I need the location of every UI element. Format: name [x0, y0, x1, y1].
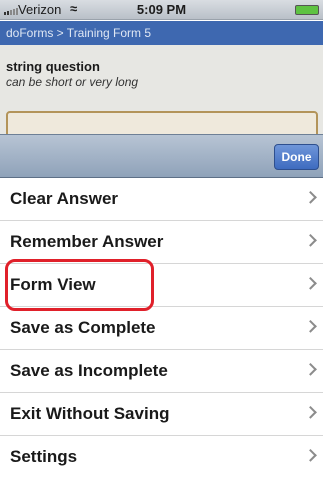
menu-item-label: Form View: [10, 275, 96, 294]
menu-item-form-view[interactable]: Form View: [0, 264, 323, 307]
done-button[interactable]: Done: [274, 144, 319, 170]
chevron-right-icon: [304, 405, 317, 419]
battery-icon: [295, 5, 319, 15]
question-area: string question can be short or very lon…: [0, 45, 323, 151]
menu-item-save-as-incomplete[interactable]: Save as Incomplete: [0, 350, 323, 393]
chevron-right-icon: [304, 190, 317, 204]
menu-item-save-as-complete[interactable]: Save as Complete: [0, 307, 323, 350]
options-menu: Clear Answer Remember Answer Form View S…: [0, 178, 323, 483]
chevron-right-icon: [304, 362, 317, 376]
menu-item-remember-answer[interactable]: Remember Answer: [0, 221, 323, 264]
menu-item-label: Save as Incomplete: [10, 361, 168, 380]
question-title: string question: [6, 59, 100, 74]
menu-item-label: Settings: [10, 447, 78, 466]
action-sheet-toolbar: Done: [0, 134, 323, 178]
menu-item-label: Remember Answer: [10, 232, 164, 251]
menu-item-clear-answer[interactable]: Clear Answer: [0, 178, 323, 221]
menu-item-settings[interactable]: Settings: [0, 436, 323, 479]
menu-item-exit-without-saving[interactable]: Exit Without Saving: [0, 393, 323, 436]
chevron-right-icon: [304, 448, 317, 462]
question-hint: can be short or very long: [6, 75, 139, 89]
status-time: 5:09 PM: [136, 2, 187, 17]
chevron-right-icon: [304, 276, 317, 290]
menu-item-label: Exit Without Saving: [10, 404, 170, 423]
chevron-right-icon: [304, 319, 317, 333]
status-bar: Verizon ≈ 5:09 PM: [0, 0, 323, 20]
chevron-right-icon: [304, 233, 317, 247]
phone-screen: Verizon ≈ 5:09 PM doForms > Training For…: [0, 0, 323, 483]
breadcrumb: doForms > Training Form 5: [0, 21, 323, 45]
menu-item-label: Save as Complete: [10, 318, 156, 337]
menu-item-label: Clear Answer: [10, 189, 119, 208]
breadcrumb-text: doForms > Training Form 5: [6, 26, 152, 40]
